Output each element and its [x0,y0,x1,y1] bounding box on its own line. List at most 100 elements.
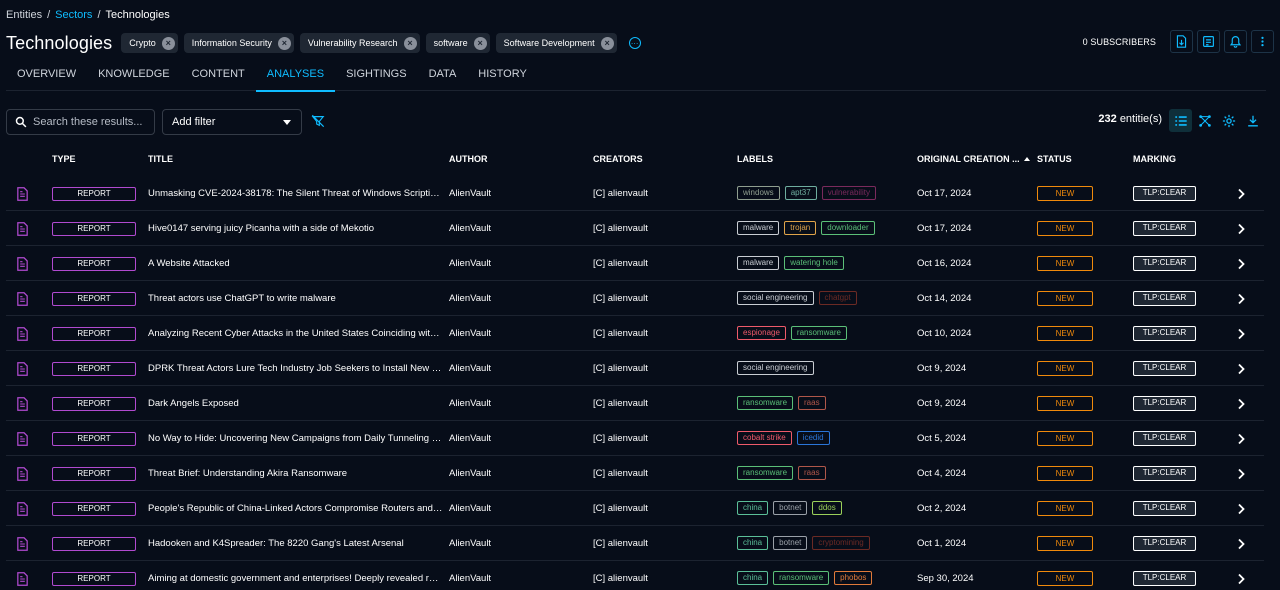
status-badge: NEW [1037,466,1093,481]
chevron-right-icon[interactable] [1236,573,1246,585]
tab-sightings[interactable]: Sightings [335,63,418,91]
column-header-status[interactable]: Status [1037,154,1072,164]
label-list: china botnet cryptomining [737,536,875,550]
breadcrumb-parent-link[interactable]: Sectors [55,9,92,21]
list-view-button[interactable] [1169,109,1192,132]
label-tag: ransomware [790,326,847,340]
label-tag: china [737,571,769,585]
chevron-right-icon[interactable] [1236,293,1246,305]
chevron-right-icon[interactable] [1236,188,1246,200]
graph-icon [1198,114,1211,127]
remove-chip-icon[interactable]: × [403,36,417,50]
sector-chip[interactable]: Crypto × [121,33,178,53]
breadcrumb-root[interactable]: Entities [6,9,42,21]
tab-overview[interactable]: Overview [6,63,87,91]
chevron-right-icon[interactable] [1236,433,1246,445]
report-creators: [C] alienvault [593,538,648,549]
chevron-right-icon[interactable] [1236,398,1246,410]
tab-analyses[interactable]: Analyses [255,63,336,92]
report-document-icon [17,257,28,271]
sector-chip[interactable]: Software Development × [495,33,617,53]
table-row[interactable]: REPORT Threat actors use ChatGPT to write… [6,281,1264,316]
table-row[interactable]: REPORT Analyzing Recent Cyber Attacks in … [6,316,1264,351]
sector-chip[interactable]: software × [425,33,490,53]
column-header-original-creation[interactable]: Original creation ... [917,154,1030,164]
report-author: AlienVault [449,398,492,409]
report-title: Threat Brief: Understanding Akira Ransom… [148,468,348,479]
remove-chip-icon[interactable]: × [161,36,175,50]
table-row[interactable]: REPORT Threat Brief: Understanding Akira … [6,456,1264,491]
chevron-right-icon[interactable] [1236,503,1246,515]
sector-chip[interactable]: Vulnerability Research × [299,33,420,53]
report-document-icon [17,397,28,411]
more-menu-button[interactable] [1251,30,1274,53]
label-tag: china [737,501,769,515]
column-header-marking[interactable]: Marking [1133,154,1176,164]
report-creators: [C] alienvault [593,223,648,234]
label-list: ransomware raas [737,466,831,480]
table-row[interactable]: REPORT Hadooken and K4Spreader: The 8220 … [6,526,1264,561]
settings-button[interactable] [1217,109,1240,132]
search-box[interactable] [6,109,155,135]
status-badge: NEW [1037,326,1093,341]
tab-history[interactable]: History [467,63,538,91]
type-badge: REPORT [52,222,136,236]
kebab-menu-icon [1261,36,1264,47]
label-tag: windows [737,186,780,200]
label-list: malware trojan downloader [737,221,880,235]
tab-content[interactable]: Content [181,63,256,91]
remove-chip-icon[interactable]: × [277,36,291,50]
report-creators: [C] alienvault [593,573,648,584]
export-button[interactable] [1241,109,1264,132]
column-header-type[interactable]: Type [52,154,76,164]
chevron-right-icon[interactable] [1236,468,1246,480]
remove-chip-icon[interactable]: × [473,36,487,50]
table-row[interactable]: REPORT People's Republic of China-Linked … [6,491,1264,526]
report-document-icon [17,187,28,201]
column-header-creators[interactable]: Creators [593,154,643,164]
column-header-title[interactable]: Title [148,154,173,164]
tab-data[interactable]: Data [418,63,468,91]
chevron-right-icon[interactable] [1236,223,1246,235]
entity-count-suffix: entitie(s) [1119,113,1162,125]
search-input[interactable] [33,116,143,128]
report-date: Oct 17, 2024 [917,223,972,234]
table-row[interactable]: REPORT Dark Angels Exposed AlienVault [C] a… [6,386,1264,421]
report-title: Analyzing Recent Cyber Attacks in the Un… [148,328,443,339]
remove-chip-icon[interactable]: × [600,36,614,50]
report-title: Aiming at domestic government and enterp… [148,573,443,584]
clear-filters-button[interactable] [311,114,325,131]
marking-badge: TLP:CLEAR [1133,396,1196,411]
graph-view-button[interactable] [1193,109,1216,132]
table-row[interactable]: REPORT Unmasking CVE-2024-38178: The Sile… [6,176,1264,211]
report-author: AlienVault [449,433,492,444]
notification-button[interactable] [1224,30,1247,53]
add-filter-select[interactable]: Add filter [162,109,302,135]
label-tag: ransomware [773,571,830,585]
table-row[interactable]: REPORT Hive0147 serving juicy Picanha wit… [6,211,1264,246]
chevron-right-icon[interactable] [1236,363,1246,375]
label-tag: china [737,536,769,550]
report-author: AlienVault [449,293,492,304]
table-row[interactable]: REPORT Aiming at domestic government and … [6,561,1264,590]
column-header-labels[interactable]: Labels [737,154,773,164]
more-chips-icon[interactable]: … [628,37,641,49]
table-row[interactable]: REPORT DPRK Threat Actors Lure Tech Indus… [6,351,1264,386]
report-date: Sep 30, 2024 [917,573,974,584]
sector-chip[interactable]: Information Security × [183,33,294,53]
table-row[interactable]: REPORT A Website Attacked AlienVault [C] al… [6,246,1264,281]
chevron-right-icon[interactable] [1236,328,1246,340]
label-list: espionage ransomware [737,326,852,340]
type-badge: REPORT [52,362,136,376]
create-report-button[interactable] [1197,30,1220,53]
chevron-right-icon[interactable] [1236,538,1246,550]
report-author: AlienVault [449,573,492,584]
table-row[interactable]: REPORT No Way to Hide: Uncovering New Cam… [6,421,1264,456]
column-header-author[interactable]: Author [449,154,488,164]
report-author: AlienVault [449,468,492,479]
label-tag: apt37 [784,186,817,200]
chevron-right-icon[interactable] [1236,258,1246,270]
tab-knowledge[interactable]: Knowledge [87,63,181,91]
export-pdf-button[interactable] [1170,30,1193,53]
marking-badge: TLP:CLEAR [1133,186,1196,201]
